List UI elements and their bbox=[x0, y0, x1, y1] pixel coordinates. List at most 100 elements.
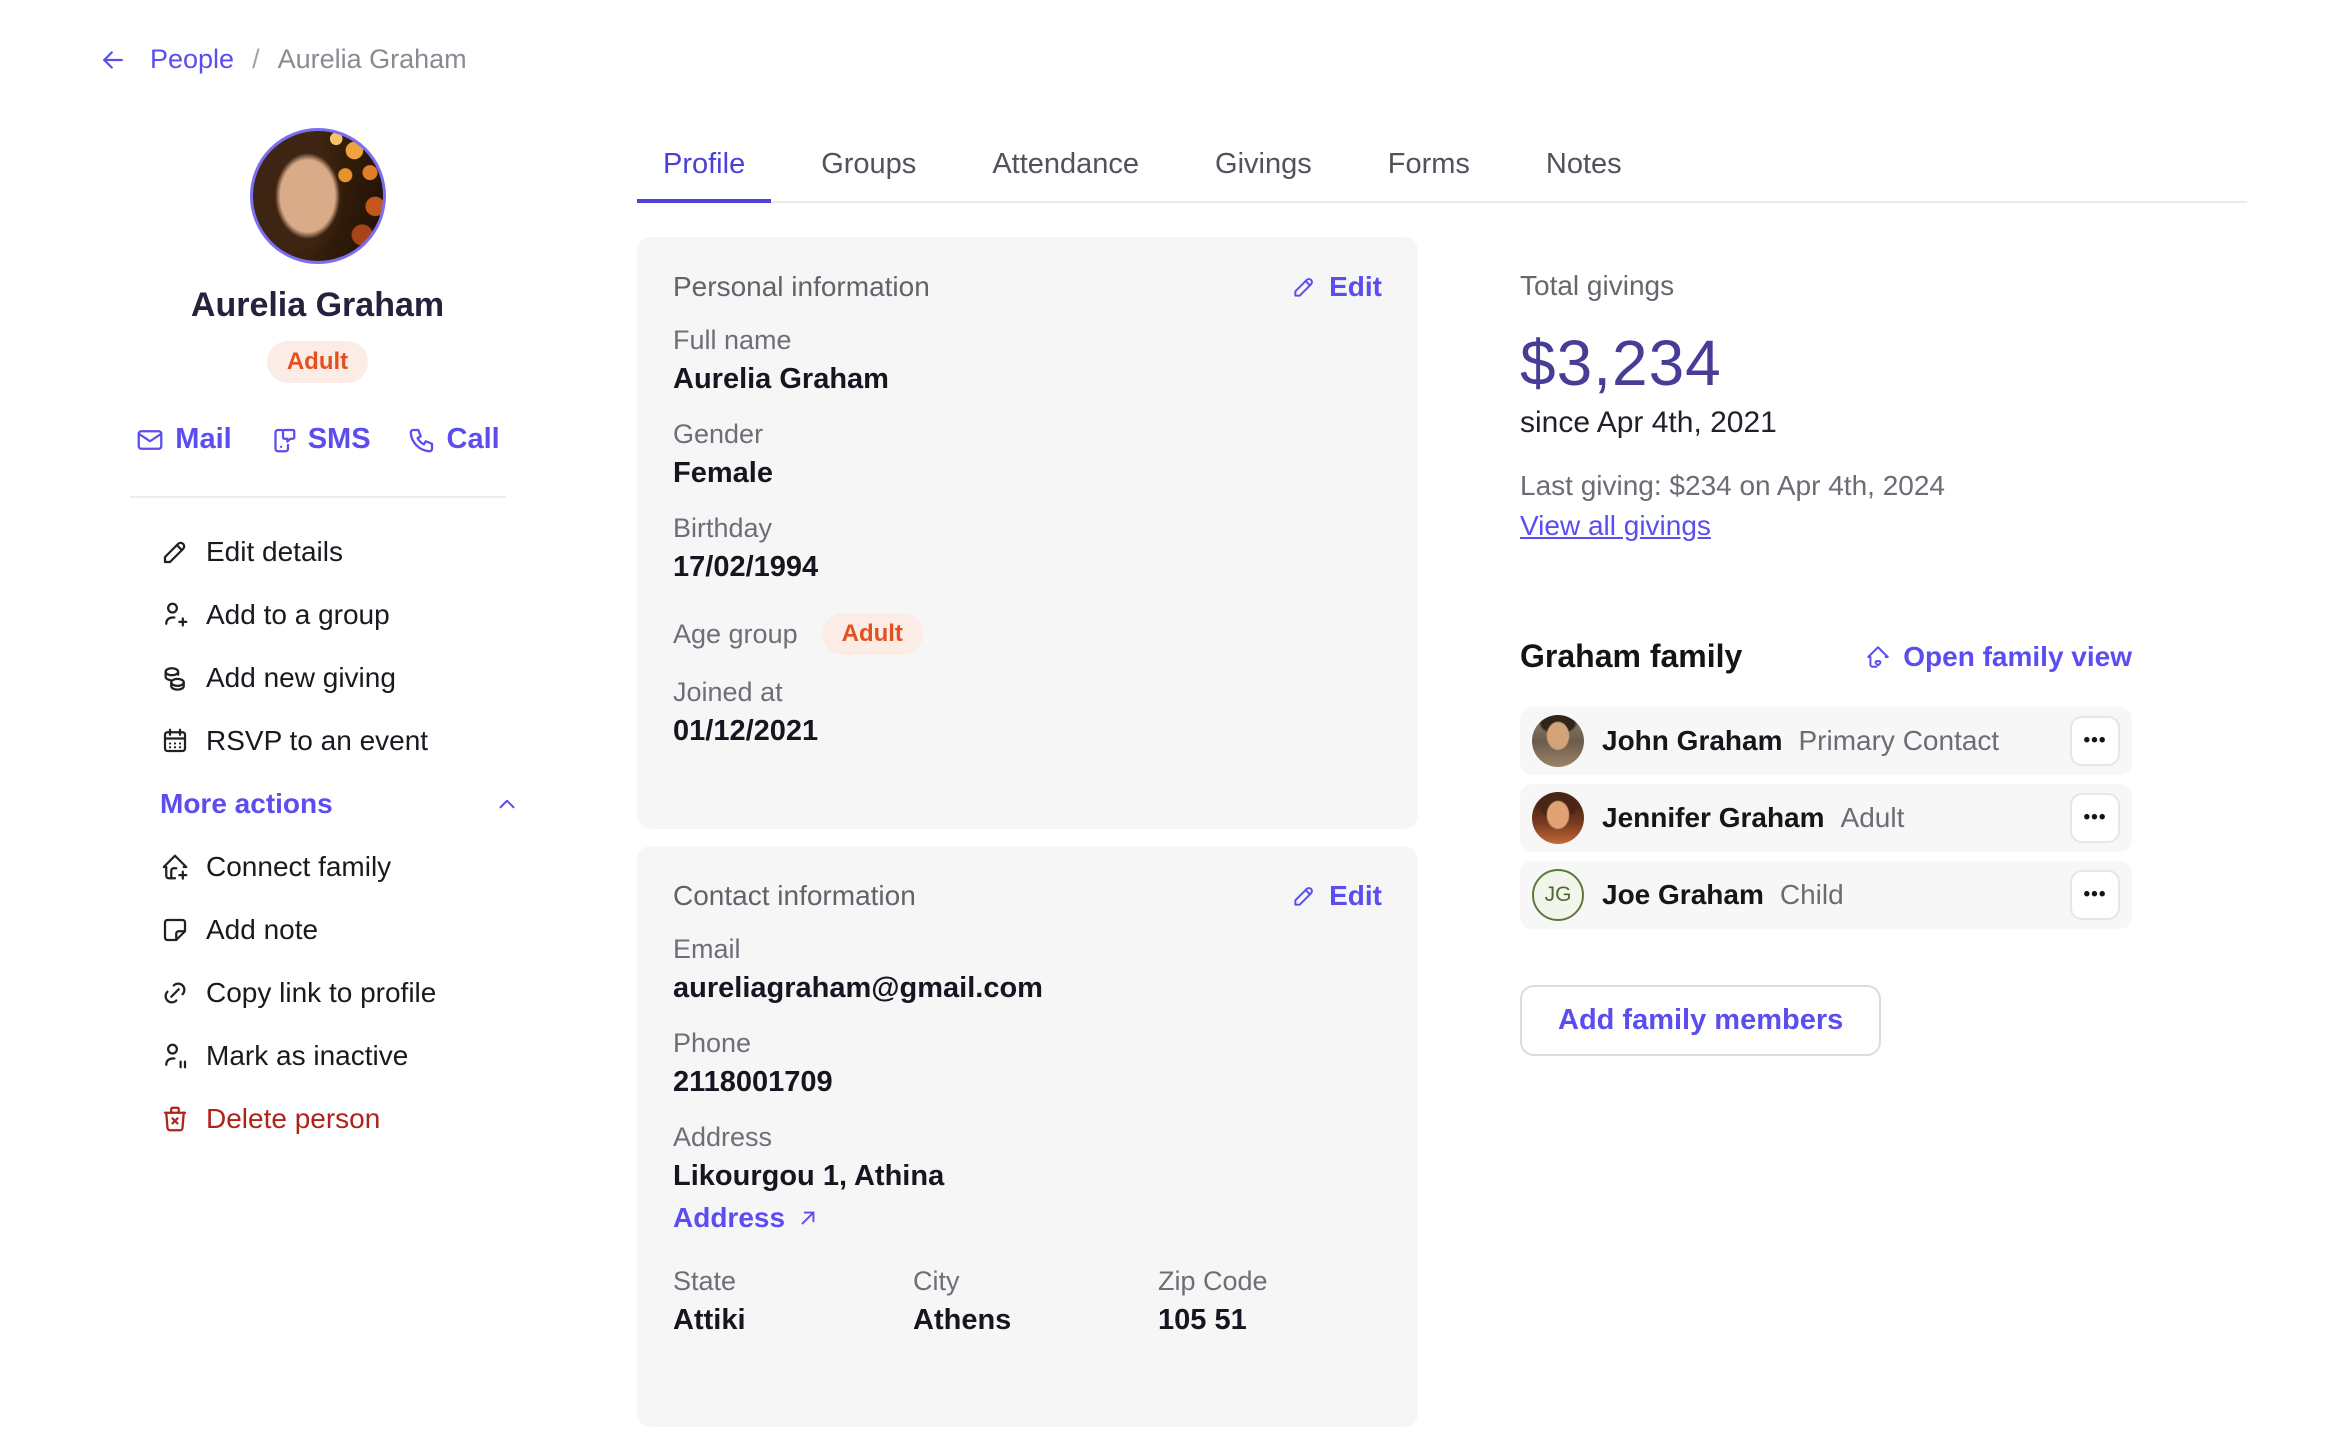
address-label: Address bbox=[673, 1120, 1382, 1154]
profile-avatar bbox=[250, 128, 386, 264]
member-menu-button[interactable]: ••• bbox=[2070, 716, 2120, 766]
tab-groups[interactable]: Groups bbox=[795, 134, 942, 203]
family-member-list: John Graham Primary Contact ••• Jennifer… bbox=[1520, 707, 2132, 929]
age-group-badge: Adult bbox=[267, 341, 368, 383]
state-label: State bbox=[673, 1264, 913, 1298]
email-value: aureliagraham@gmail.com bbox=[673, 970, 1382, 1006]
city-label: City bbox=[913, 1264, 1158, 1298]
tab-attendance[interactable]: Attendance bbox=[966, 134, 1165, 203]
member-menu-button[interactable]: ••• bbox=[2070, 870, 2120, 920]
field-value: 01/12/2021 bbox=[673, 713, 1382, 749]
zip-value: 105 51 bbox=[1158, 1302, 1382, 1338]
family-member-row[interactable]: John Graham Primary Contact ••• bbox=[1520, 707, 2132, 775]
givings-since: since Apr 4th, 2021 bbox=[1520, 406, 2132, 440]
personal-info-card: Personal information Edit Full name Aure… bbox=[637, 237, 1418, 829]
field-value: 17/02/1994 bbox=[673, 549, 1382, 585]
phone-icon bbox=[407, 425, 437, 455]
member-role: Adult bbox=[1841, 802, 1905, 834]
contact-info-card: Contact information Edit Email aureliagr… bbox=[637, 846, 1418, 1427]
personal-info-title: Personal information bbox=[673, 271, 930, 303]
city-field: City Athens bbox=[913, 1264, 1158, 1338]
right-column: Total givings $3,234 since Apr 4th, 2021… bbox=[1520, 270, 2132, 1056]
home-heart-icon bbox=[1865, 644, 1891, 670]
pencil-icon bbox=[1291, 883, 1317, 909]
breadcrumb: People / Aurelia Graham bbox=[98, 44, 467, 75]
link-icon bbox=[160, 978, 190, 1008]
trash-x-icon bbox=[160, 1104, 190, 1134]
zip-label: Zip Code bbox=[1158, 1264, 1382, 1298]
address-external-link[interactable]: Address bbox=[673, 1202, 821, 1234]
chevron-up-icon bbox=[494, 791, 520, 817]
city-value: Athens bbox=[913, 1302, 1158, 1338]
state-field: State Attiki bbox=[673, 1264, 913, 1338]
pencil-icon bbox=[1291, 274, 1317, 300]
person-name: Aurelia Graham bbox=[95, 286, 540, 325]
address-value: Likourgou 1, Athina bbox=[673, 1158, 1382, 1194]
note-icon bbox=[160, 915, 190, 945]
member-menu-button[interactable]: ••• bbox=[2070, 793, 2120, 843]
user-plus-icon bbox=[160, 600, 190, 630]
call-button[interactable]: Call bbox=[407, 423, 500, 456]
age-group-badge: Adult bbox=[822, 613, 923, 655]
member-name: John Graham bbox=[1602, 725, 1782, 757]
tab-givings[interactable]: Givings bbox=[1189, 134, 1338, 203]
family-member-row[interactable]: Jennifer Graham Adult ••• bbox=[1520, 784, 2132, 852]
edit-details-action[interactable]: Edit details bbox=[160, 520, 520, 583]
field-label: Joined at bbox=[673, 675, 1382, 709]
email-label: Email bbox=[673, 932, 1382, 966]
contact-info-title: Contact information bbox=[673, 880, 916, 912]
edit-personal-info-button[interactable]: Edit bbox=[1291, 271, 1382, 303]
field-label: Birthday bbox=[673, 511, 1382, 545]
add-to-group-action[interactable]: Add to a group bbox=[160, 583, 520, 646]
coins-icon bbox=[160, 663, 190, 693]
add-family-members-button[interactable]: Add family members bbox=[1520, 985, 1881, 1056]
user-pause-icon bbox=[160, 1041, 190, 1071]
arrow-up-right-icon bbox=[795, 1205, 821, 1231]
family-member-row[interactable]: JG Joe Graham Child ••• bbox=[1520, 861, 2132, 929]
total-givings-amount: $3,234 bbox=[1520, 326, 2132, 400]
open-family-view-link[interactable]: Open family view bbox=[1865, 641, 2132, 673]
sms-button[interactable]: SMS bbox=[268, 423, 371, 456]
more-actions-toggle[interactable]: More actions bbox=[160, 772, 520, 835]
total-givings-title: Total givings bbox=[1520, 270, 2132, 302]
field-label: Gender bbox=[673, 417, 1382, 451]
field-value: Female bbox=[673, 455, 1382, 491]
copy-link-action[interactable]: Copy link to profile bbox=[160, 961, 520, 1024]
phone-value: 2118001709 bbox=[673, 1064, 1382, 1100]
rsvp-event-action[interactable]: RSVP to an event bbox=[160, 709, 520, 772]
pencil-icon bbox=[160, 537, 190, 567]
sms-icon bbox=[268, 425, 298, 455]
state-value: Attiki bbox=[673, 1302, 913, 1338]
zip-field: Zip Code 105 51 bbox=[1158, 1264, 1382, 1338]
add-new-giving-action[interactable]: Add new giving bbox=[160, 646, 520, 709]
member-avatar-initials: JG bbox=[1532, 869, 1584, 921]
last-giving: Last giving: $234 on Apr 4th, 2024 bbox=[1520, 470, 2132, 502]
field-label: Age group bbox=[673, 617, 798, 651]
phone-label: Phone bbox=[673, 1026, 1382, 1060]
delete-person-action[interactable]: Delete person bbox=[160, 1087, 520, 1150]
member-name: Jennifer Graham bbox=[1602, 802, 1825, 834]
connect-family-action[interactable]: Connect family bbox=[160, 835, 520, 898]
view-all-givings-link[interactable]: View all givings bbox=[1520, 510, 1711, 542]
sidebar-divider bbox=[130, 496, 506, 498]
edit-contact-info-button[interactable]: Edit bbox=[1291, 880, 1382, 912]
mail-button[interactable]: Mail bbox=[135, 423, 231, 456]
calendar-icon bbox=[160, 726, 190, 756]
tab-notes[interactable]: Notes bbox=[1520, 134, 1648, 203]
breadcrumb-current: Aurelia Graham bbox=[278, 44, 467, 75]
back-arrow-icon[interactable] bbox=[98, 45, 128, 75]
mark-inactive-action[interactable]: Mark as inactive bbox=[160, 1024, 520, 1087]
breadcrumb-people-link[interactable]: People bbox=[150, 44, 234, 75]
member-avatar bbox=[1532, 792, 1584, 844]
tab-forms[interactable]: Forms bbox=[1362, 134, 1496, 203]
field-label: Full name bbox=[673, 323, 1382, 357]
breadcrumb-separator: / bbox=[252, 44, 260, 75]
add-note-action[interactable]: Add note bbox=[160, 898, 520, 961]
member-avatar bbox=[1532, 715, 1584, 767]
mail-icon bbox=[135, 425, 165, 455]
tab-profile[interactable]: Profile bbox=[637, 134, 771, 203]
profile-tabs: Profile Groups Attendance Givings Forms … bbox=[637, 134, 2247, 203]
member-role: Child bbox=[1780, 879, 1844, 911]
person-sidebar: Aurelia Graham Adult Mail SMS Call Edit … bbox=[95, 128, 540, 1150]
field-value: Aurelia Graham bbox=[673, 361, 1382, 397]
